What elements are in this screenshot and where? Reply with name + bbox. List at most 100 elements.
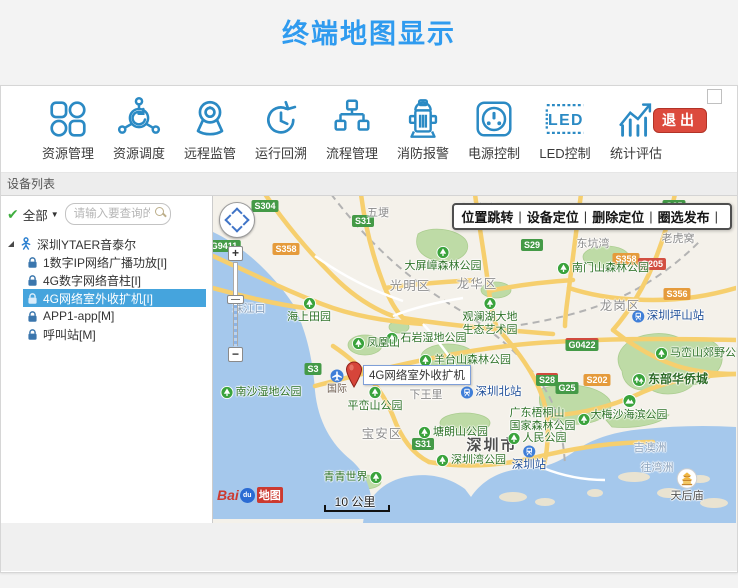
toolbar-item-dispatch[interactable]: 资源调度 <box>110 96 168 162</box>
map-label: 五埂 <box>367 207 389 220</box>
baidu-logo: Bai du 地图 <box>217 487 283 503</box>
map-marker-pin[interactable] <box>344 360 364 388</box>
tree-icon <box>557 262 570 275</box>
map-label-text: 五埂 <box>367 207 389 220</box>
toolbar-item-clock[interactable]: 运行回溯 <box>252 96 310 162</box>
device-icon <box>26 310 39 323</box>
map-label-text: 老虎窝 <box>662 233 695 246</box>
action-separator: | <box>649 209 652 224</box>
map-label: 深圳坪山站 <box>632 310 705 323</box>
chevron-down-icon: ▼ <box>51 210 59 219</box>
map-label: 宝安区 <box>362 427 403 441</box>
exit-button[interactable]: 退出 <box>653 108 707 133</box>
map-action-设备定位[interactable]: 设备定位 <box>527 207 579 226</box>
device-panel: ✔ 全部 ▼ 深圳YTAER音泰尔 1数字IP网络广播功放[I]4G数字网络音柱… <box>1 196 213 523</box>
device-tree-children: 1数字IP网络广播功放[I]4G数字网络音柱[I]4G网络室外收扩机[I]APP… <box>1 253 212 343</box>
map-label: 下王里 <box>410 389 443 402</box>
toolbar-items: 资源管理资源调度远程监管运行回溯流程管理消防报警电源控制 LEDLED控制统计评估 <box>39 96 665 162</box>
tree-root[interactable]: 深圳YTAER音泰尔 <box>1 235 212 253</box>
tree-item[interactable]: 4G数字网络音柱[I] <box>23 271 206 289</box>
road-badge: S29 <box>521 239 543 251</box>
tree-item[interactable]: 呼叫站[M] <box>23 325 206 343</box>
map-label-text: 凤凰山 <box>367 337 400 350</box>
camera-icon <box>187 96 233 142</box>
action-separator: | <box>518 209 521 224</box>
zoom-in-button[interactable]: + <box>228 246 243 261</box>
road-badge: G0422 <box>565 338 598 351</box>
map-label: 人民公园 <box>508 432 567 445</box>
map-action-删除定位[interactable]: 删除定位 <box>592 207 644 226</box>
map-label-text: 广东梧桐山国家森林公园 <box>510 407 576 432</box>
device-icon <box>26 328 39 341</box>
map-label: 南门山森林公园 <box>557 262 649 275</box>
tree-icon <box>655 347 668 360</box>
app-window: 资源管理资源调度远程监管运行回溯流程管理消防报警电源控制 LEDLED控制统计评估… <box>0 85 738 573</box>
flowchart-icon <box>329 96 375 142</box>
map-action-bar: 位置跳转|设备定位|删除定位|圈选发布| <box>452 203 732 230</box>
map-label-text: 下王里 <box>410 389 443 402</box>
map-label: 平峦山公园 <box>348 386 403 413</box>
map-label: 老虎窝 <box>662 233 695 246</box>
map-label-text: 平峦山公园 <box>348 400 403 413</box>
marker-tooltip: 4G网络室外收扩机 <box>363 365 471 385</box>
tree-icon <box>418 426 431 439</box>
map-label: 东坑湾 <box>577 238 610 251</box>
map-label: 龙华区 <box>457 277 498 291</box>
device-tree: 深圳YTAER音泰尔 1数字IP网络广播功放[I]4G数字网络音柱[I]4G网络… <box>1 235 212 343</box>
check-icon: ✔ <box>7 206 19 223</box>
action-separator: | <box>584 209 587 224</box>
map-action-圈选发布[interactable]: 圈选发布 <box>658 207 710 226</box>
map-label-text: 南沙湿地公园 <box>236 386 302 399</box>
map-label: 东部华侨城 <box>632 373 708 387</box>
map-label-text: 人民公园 <box>523 432 567 445</box>
toolbar-item-label: LED控制 <box>539 143 590 162</box>
map-pan-control[interactable] <box>219 202 255 238</box>
map-label-text: 往湾洲 <box>641 462 674 475</box>
device-icon <box>26 256 39 269</box>
tree-item[interactable]: 4G网络室外收扩机[I] <box>23 289 206 307</box>
road-badge: S202 <box>583 374 610 386</box>
map-label-text: 马峦山郊野公园 <box>670 347 737 360</box>
train-icon <box>461 386 474 399</box>
toolbar-item-led[interactable]: LEDLED控制 <box>536 96 594 162</box>
toolbar-item-power[interactable]: 电源控制 <box>465 96 523 162</box>
main-body: ✔ 全部 ▼ 深圳YTAER音泰尔 1数字IP网络广播功放[I]4G数字网络音柱… <box>1 196 737 523</box>
search-icon[interactable] <box>155 207 164 216</box>
search-box <box>65 203 171 225</box>
map-label-text: 大梅沙海滨公园 <box>591 409 668 422</box>
map-label-text: 观澜湖大地生态艺术园 <box>463 311 518 336</box>
map-canvas[interactable]: S304S31G25S29S358S358G205S356G9411S3G042… <box>213 196 737 523</box>
toolbar-item-flowchart[interactable]: 流程管理 <box>323 96 381 162</box>
toolbar-item-label: 统计评估 <box>610 143 662 162</box>
tree-item[interactable]: APP1-app[M] <box>23 307 206 325</box>
zoom-slider-handle[interactable] <box>227 295 244 304</box>
toolbar-item-hydrant[interactable]: 消防报警 <box>394 96 452 162</box>
tree-item[interactable]: 1数字IP网络广播功放[I] <box>23 253 206 271</box>
toolbar-item-camera[interactable]: 远程监管 <box>181 96 239 162</box>
tree-icon <box>369 386 382 399</box>
map-action-位置跳转[interactable]: 位置跳转 <box>461 207 513 226</box>
filter-all-dropdown[interactable]: 全部 ▼ <box>23 205 59 224</box>
toolbar-item-label: 消防报警 <box>397 143 449 162</box>
toolbar-item-label: 电源控制 <box>468 143 520 162</box>
map-label-text: 深圳湾公园 <box>451 454 506 467</box>
map-label-text: 深圳站 <box>512 459 547 472</box>
zoom-slider-fill <box>234 305 237 347</box>
toolbar-item-label: 资源管理 <box>42 143 94 162</box>
tree-icon <box>370 471 383 484</box>
tree-item-label: 4G数字网络音柱[I] <box>43 272 141 289</box>
zoom-slider-track[interactable] <box>233 262 238 346</box>
map-label-text: 吉澳洲 <box>634 442 667 455</box>
toolbar-item-label: 运行回溯 <box>255 143 307 162</box>
map-label: 天后庙 <box>671 468 704 503</box>
map-label: 深圳北站 <box>461 386 522 399</box>
grid-icon <box>45 96 91 142</box>
expander-icon[interactable] <box>8 241 14 247</box>
baidu-paw-icon: du <box>240 488 255 503</box>
tree-icon <box>221 386 234 399</box>
select-checkbox[interactable] <box>707 89 722 104</box>
trees-icon <box>632 373 646 387</box>
map-label-text: 深圳坪山站 <box>647 310 705 323</box>
toolbar-item-grid[interactable]: 资源管理 <box>39 96 97 162</box>
zoom-out-button[interactable]: − <box>228 347 243 362</box>
